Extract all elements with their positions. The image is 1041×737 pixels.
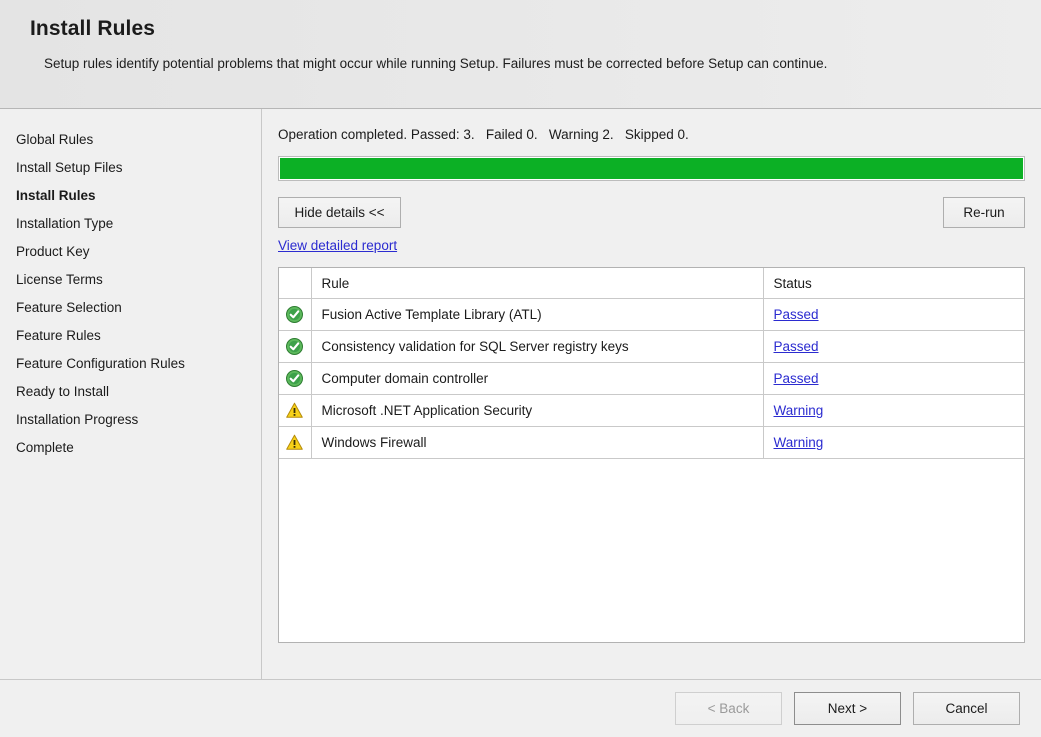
sidebar-item-feature-configuration-rules[interactable]: Feature Configuration Rules <box>16 350 261 378</box>
rules-table: Rule Status Fusion Active Template Libra… <box>279 268 1024 459</box>
column-header-status: Status <box>762 268 1024 299</box>
rule-status-icon-cell <box>279 426 312 459</box>
rule-status-icon-cell <box>279 298 312 331</box>
sidebar-item-installation-type[interactable]: Installation Type <box>16 210 261 238</box>
table-row: Consistency validation for SQL Server re… <box>279 330 1024 363</box>
table-row: Windows Firewall Warning <box>279 426 1024 459</box>
warning-icon <box>279 395 310 426</box>
next-button[interactable]: Next > <box>794 692 901 725</box>
sidebar-item-feature-rules[interactable]: Feature Rules <box>16 322 261 350</box>
rule-status-icon-cell <box>279 394 312 427</box>
column-header-rule: Rule <box>311 268 763 299</box>
view-detailed-report-link[interactable]: View detailed report <box>278 238 397 253</box>
column-header-icon <box>279 268 312 299</box>
wizard-footer: < Back Next > Cancel <box>0 679 1041 737</box>
rule-status-link[interactable]: Passed <box>774 371 819 386</box>
rule-status-cell: Warning <box>762 394 1024 427</box>
rule-status-icon-cell <box>279 330 312 363</box>
rule-status-icon-cell <box>279 362 312 395</box>
operation-summary: Operation completed. Passed: 3. Failed 0… <box>278 127 689 142</box>
rule-status-cell: Passed <box>762 298 1024 331</box>
sidebar-item-install-setup-files[interactable]: Install Setup Files <box>16 154 261 182</box>
success-icon <box>279 299 310 330</box>
rules-table-container: Rule Status Fusion Active Template Libra… <box>278 267 1025 643</box>
rule-name-cell: Microsoft .NET Application Security <box>311 394 763 427</box>
rule-status-link[interactable]: Passed <box>774 339 819 354</box>
progress-bar <box>278 156 1025 181</box>
progress-bar-fill <box>280 158 1023 179</box>
sidebar-item-feature-selection[interactable]: Feature Selection <box>16 294 261 322</box>
cancel-button[interactable]: Cancel <box>913 692 1020 725</box>
sidebar-item-complete[interactable]: Complete <box>16 434 261 462</box>
rule-status-link[interactable]: Warning <box>774 403 824 418</box>
sidebar-item-install-rules[interactable]: Install Rules <box>16 182 261 210</box>
table-row: Computer domain controller Passed <box>279 362 1024 395</box>
rule-status-cell: Passed <box>762 330 1024 363</box>
sidebar-item-installation-progress[interactable]: Installation Progress <box>16 406 261 434</box>
warning-icon <box>279 427 310 458</box>
details-actions: Hide details << Re-run <box>278 197 1025 228</box>
rule-name-cell: Windows Firewall <box>311 426 763 459</box>
sidebar-item-license-terms[interactable]: License Terms <box>16 266 261 294</box>
page-header: Install Rules Setup rules identify poten… <box>0 0 1041 109</box>
wizard-step-nav: Global Rules Install Setup Files Install R… <box>0 109 262 679</box>
rule-name-cell: Fusion Active Template Library (ATL) <box>311 298 763 331</box>
rule-status-cell: Warning <box>762 426 1024 459</box>
page-title: Install Rules <box>30 17 156 40</box>
install-rules-wizard: Install Rules Setup rules identify poten… <box>0 0 1041 737</box>
table-row: Fusion Active Template Library (ATL) Pass… <box>279 298 1024 331</box>
wizard-body: Global Rules Install Setup Files Install R… <box>0 109 1041 679</box>
hide-details-button[interactable]: Hide details << <box>278 197 401 228</box>
table-header-row: Rule Status <box>279 268 1024 299</box>
main-content: Operation completed. Passed: 3. Failed 0… <box>262 109 1041 679</box>
rule-name-cell: Computer domain controller <box>311 362 763 395</box>
sidebar-item-global-rules[interactable]: Global Rules <box>16 126 261 154</box>
sidebar-item-ready-to-install[interactable]: Ready to Install <box>16 378 261 406</box>
back-button[interactable]: < Back <box>675 692 782 725</box>
sidebar-item-product-key[interactable]: Product Key <box>16 238 261 266</box>
page-description: Setup rules identify potential problems … <box>44 56 828 71</box>
success-icon <box>279 363 310 394</box>
rule-name-cell: Consistency validation for SQL Server re… <box>311 330 763 363</box>
rule-status-link[interactable]: Passed <box>774 307 819 322</box>
detailed-report-row: View detailed report <box>278 237 1025 255</box>
table-row: Microsoft .NET Application Security Warni… <box>279 394 1024 427</box>
rule-status-cell: Passed <box>762 362 1024 395</box>
re-run-button[interactable]: Re-run <box>943 197 1025 228</box>
rule-status-link[interactable]: Warning <box>774 435 824 450</box>
success-icon <box>279 331 310 362</box>
